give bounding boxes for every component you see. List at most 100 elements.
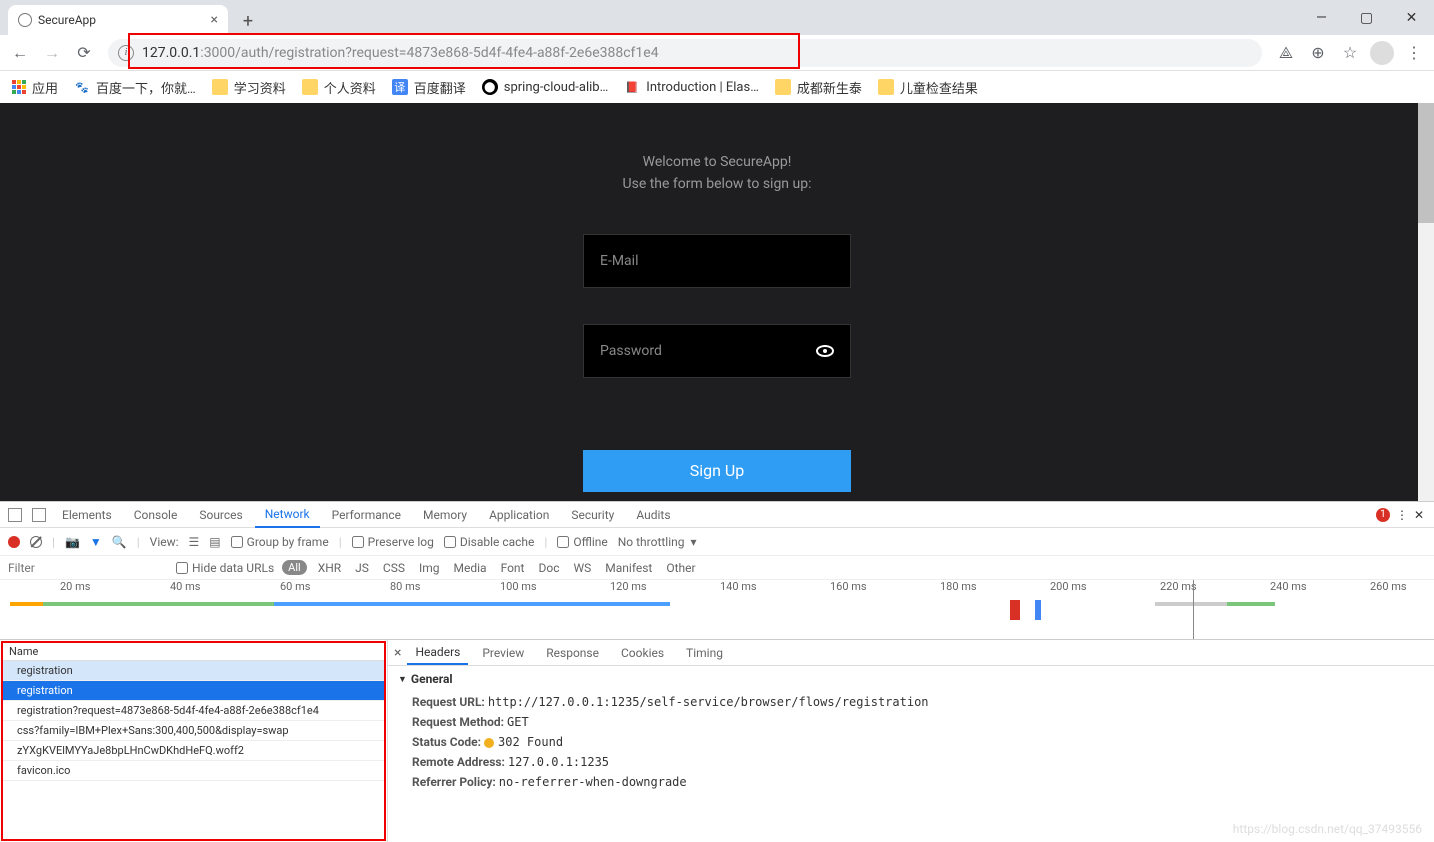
tab-title: SecureApp [38,13,96,27]
error-badge[interactable]: 1 [1376,508,1390,522]
detail-body: General Request URL: http://127.0.0.1:12… [388,666,1434,842]
browser-tab[interactable]: SecureApp × [8,5,228,35]
forward-button[interactable]: → [40,41,64,65]
tab-strip: SecureApp × + — ▢ ✕ [0,0,1434,35]
filter-other[interactable]: Other [663,561,698,575]
eye-icon[interactable] [816,345,834,357]
tab-audits[interactable]: Audits [626,502,680,528]
tab-elements[interactable]: Elements [52,502,122,528]
tab-network[interactable]: Network [255,502,320,528]
translate-icon[interactable]: ⟁ [1274,43,1298,63]
request-header: Name [3,643,384,661]
maximize-button[interactable]: ▢ [1344,0,1389,35]
close-detail-icon[interactable]: × [394,645,401,661]
offline-checkbox[interactable]: Offline [557,535,607,549]
scrollbar-thumb[interactable] [1418,103,1434,223]
clear-icon[interactable] [30,536,42,548]
request-row[interactable]: favicon.ico [3,761,384,781]
filter-js[interactable]: JS [352,561,372,575]
request-row[interactable]: zYXgKVElMYYaJe8bpLHnCwDKhdHeFQ.woff2 [3,741,384,761]
url-bar[interactable]: i 127.0.0.1 :3000/auth/registration?requ… [108,39,1262,67]
new-tab-button[interactable]: + [234,7,262,35]
network-toolbar: | 📷 ▼ 🔍 | View: ☰ ▤ Group by frame | Pre… [0,528,1434,556]
reload-button[interactable]: ⟳ [72,41,96,65]
bookmarks-bar: 应用 🐾百度一下，你就… 学习资料 个人资料 译百度翻译 ⬤spring-clo… [0,71,1434,103]
folder-icon [775,79,791,95]
menu-icon[interactable]: ⋮ [1402,43,1426,62]
star-icon[interactable]: ☆ [1338,43,1362,62]
tab-application[interactable]: Application [479,502,559,528]
more-icon[interactable]: ⋮ [1396,508,1408,522]
site-info-icon[interactable]: i [118,45,134,61]
tab-memory[interactable]: Memory [413,502,477,528]
close-button[interactable]: ✕ [1389,0,1434,35]
filter-img[interactable]: Img [416,561,443,575]
folder-icon [878,79,894,95]
request-row[interactable]: css?family=IBM+Plex+Sans:300,400,500&dis… [3,721,384,741]
back-button[interactable]: ← [8,41,32,65]
devtools-close-icon[interactable]: ✕ [1414,508,1424,522]
bookmark-item[interactable]: 🐾百度一下，你就… [74,78,196,97]
group-checkbox[interactable]: Group by frame [231,535,329,549]
filter-all[interactable]: All [282,560,307,575]
devtools-tabs: Elements Console Sources Network Perform… [0,502,1434,528]
request-list: registration registration registration?r… [3,661,384,839]
bookmark-item[interactable]: 译百度翻译 [392,78,466,97]
window-controls: — ▢ ✕ [1299,0,1434,35]
preserve-checkbox[interactable]: Preserve log [352,535,434,549]
network-timeline[interactable]: 20 ms 40 ms 60 ms 80 ms 100 ms 120 ms 14… [0,580,1434,640]
filter-css[interactable]: CSS [380,561,408,575]
hide-data-checkbox[interactable]: Hide data URLs [176,561,274,575]
camera-icon[interactable]: 📷 [65,535,80,549]
email-field[interactable]: E-Mail [583,234,851,288]
bookmark-item[interactable]: 个人资料 [302,78,376,97]
password-field[interactable]: Password [583,324,851,378]
request-row[interactable]: registration [3,681,384,701]
apps-icon [12,80,26,94]
bookmark-item[interactable]: ⬤spring-cloud-alib… [482,79,609,95]
detail-tab-timing[interactable]: Timing [678,642,731,664]
detail-tabs: × Headers Preview Response Cookies Timin… [388,640,1434,666]
filter-font[interactable]: Font [498,561,528,575]
device-icon[interactable] [32,508,46,522]
tab-sources[interactable]: Sources [189,502,252,528]
detail-tab-headers[interactable]: Headers [407,641,468,665]
tab-performance[interactable]: Performance [322,502,411,528]
filter-manifest[interactable]: Manifest [602,561,655,575]
filter-media[interactable]: Media [451,561,490,575]
filter-icon[interactable]: ▼ [90,535,102,549]
view-list-icon[interactable]: ☰ [189,535,200,549]
disable-cache-checkbox[interactable]: Disable cache [444,535,535,549]
detail-tab-cookies[interactable]: Cookies [613,642,672,664]
zoom-icon[interactable]: ⊕ [1306,43,1330,62]
scrollbar[interactable] [1418,103,1434,501]
filter-input[interactable] [4,559,168,577]
general-heading[interactable]: General [398,672,1424,686]
detail-tab-preview[interactable]: Preview [474,642,532,664]
search-icon[interactable]: 🔍 [112,535,127,549]
request-list-panel: Name registration registration registrat… [1,641,386,841]
profile-icon[interactable] [1370,41,1394,65]
apps-button[interactable]: 应用 [12,78,58,97]
tab-security[interactable]: Security [561,502,624,528]
filter-doc[interactable]: Doc [535,561,562,575]
request-row[interactable]: registration [3,661,384,681]
bookmark-item[interactable]: 📕Introduction | Elas… [624,79,759,95]
bookmark-item[interactable]: 儿童检查结果 [878,78,978,97]
signup-button[interactable]: Sign Up [583,450,851,492]
request-row[interactable]: registration?request=4873e868-5d4f-4fe4-… [3,701,384,721]
detail-panel: × Headers Preview Response Cookies Timin… [387,640,1434,842]
filter-ws[interactable]: WS [570,561,594,575]
inspect-icon[interactable] [8,508,22,522]
tab-console[interactable]: Console [124,502,188,528]
detail-tab-response[interactable]: Response [538,642,607,664]
globe-icon [18,13,32,27]
record-icon[interactable] [8,536,20,548]
filter-xhr[interactable]: XHR [315,561,344,575]
view-large-icon[interactable]: ▤ [209,535,220,549]
bookmark-item[interactable]: 学习资料 [212,78,286,97]
tab-close-icon[interactable]: × [211,12,218,28]
throttle-select[interactable]: No throttling ▾ [618,535,697,549]
minimize-button[interactable]: — [1299,0,1344,35]
bookmark-item[interactable]: 成都新生泰 [775,78,862,97]
